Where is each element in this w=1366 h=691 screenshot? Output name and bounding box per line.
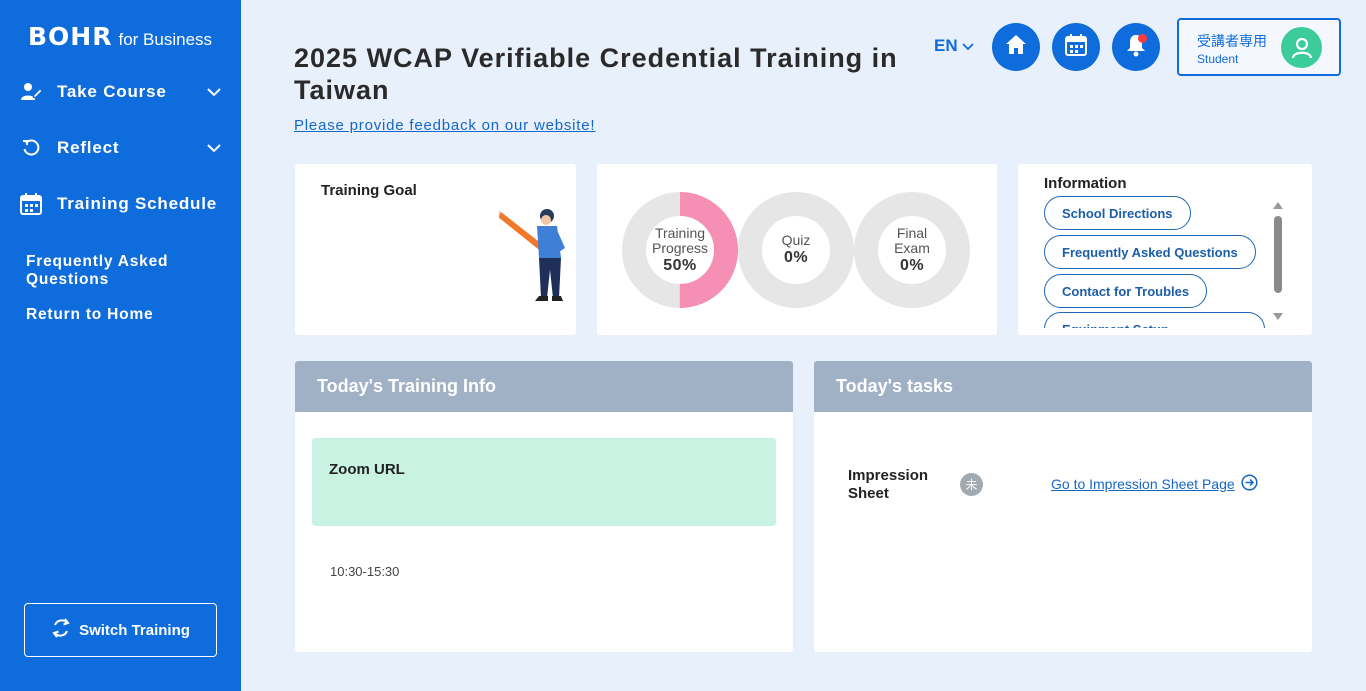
sidebar-item-training-schedule[interactable]: Training Schedule <box>18 189 223 219</box>
calendar-icon <box>1065 33 1087 61</box>
donut-label: Training Progress <box>651 224 709 256</box>
progress-card: Training Progress 50% Quiz 0% Final Exam… <box>597 164 997 335</box>
sidebar-item-faq[interactable]: Frequently Asked Questions <box>26 253 206 289</box>
impression-sheet-link[interactable]: Go to Impression Sheet Page <box>1051 474 1258 494</box>
scroll-up-arrow[interactable] <box>1273 202 1283 209</box>
scrollbar-thumb[interactable] <box>1274 216 1282 293</box>
information-list[interactable]: Information School Directions Frequently… <box>1018 164 1268 328</box>
user-icon <box>1291 37 1312 58</box>
avatar <box>1281 27 1322 68</box>
language-selector[interactable]: EN <box>934 36 974 56</box>
chevron-down-icon <box>961 36 974 56</box>
user-menu[interactable]: 受講者専用 Student <box>1177 18 1341 76</box>
task-status-badge: 未 <box>960 473 983 496</box>
training-time: 10:30-15:30 <box>330 564 400 579</box>
quiz-donut: Quiz 0% <box>738 192 854 308</box>
sidebar-item-label: Training Schedule <box>57 194 218 213</box>
information-card: Information School Directions Frequently… <box>1018 164 1312 335</box>
chevron-down-icon <box>205 83 223 101</box>
donut-value: 0% <box>783 249 809 266</box>
info-link-contact-troubles[interactable]: Contact for Troubles <box>1044 274 1208 308</box>
refresh-icon <box>51 617 71 643</box>
donut-label: Final Exam <box>894 224 930 256</box>
training-info-panel: Today's Training Info Zoom URL 10:30-15:… <box>295 361 793 652</box>
home-icon <box>1004 33 1028 62</box>
user-role: Student <box>1197 52 1239 66</box>
sidebar-item-return-home[interactable]: Return to Home <box>26 306 153 324</box>
information-title: Information <box>1044 175 1127 192</box>
switch-training-label: Switch Training <box>79 621 190 639</box>
donut-value: 0% <box>899 256 925 274</box>
task-link-label: Go to Impression Sheet Page <box>1051 476 1235 492</box>
panel-header: Today's tasks <box>814 361 1312 412</box>
final-exam-donut: Final Exam 0% <box>854 192 970 308</box>
logo-sub: for Business <box>118 30 213 49</box>
rotate-icon <box>18 136 44 160</box>
training-goal-card: Training Goal <box>295 164 576 335</box>
panel-title: Today's tasks <box>836 376 953 396</box>
info-link-equipment-setup[interactable]: Equipment Setup <box>1044 312 1265 328</box>
page-title: 2025 WCAP Verifiable Credential Training… <box>294 43 898 105</box>
panel-title: Today's Training Info <box>317 376 496 396</box>
chevron-down-icon <box>205 139 223 157</box>
feedback-link[interactable]: Please provide feedback on our website! <box>294 117 595 134</box>
home-button[interactable] <box>992 23 1040 71</box>
task-name: Impression Sheet <box>848 467 929 502</box>
sidebar-item-reflect[interactable]: Reflect <box>18 133 223 163</box>
training-goal-title: Training Goal <box>321 182 417 199</box>
scroll-down-arrow[interactable] <box>1273 313 1283 320</box>
notification-dot <box>1138 34 1147 43</box>
donut-value: 50% <box>663 256 697 274</box>
user-edit-icon <box>18 80 44 104</box>
training-progress-donut: Training Progress 50% <box>622 192 738 308</box>
sidebar-item-label: Reflect <box>57 138 120 157</box>
sidebar-item-label: Take Course <box>57 82 167 101</box>
switch-training-button[interactable]: Switch Training <box>24 603 217 657</box>
user-label: 受講者専用 <box>1197 34 1267 50</box>
donut-label: Quiz <box>781 232 811 248</box>
logo[interactable]: BOHR for Business <box>28 22 212 51</box>
info-link-faq[interactable]: Frequently Asked Questions <box>1044 235 1256 269</box>
zoom-url-label: Zoom URL <box>329 461 405 478</box>
calendar-icon <box>18 192 44 216</box>
sidebar-item-take-course[interactable]: Take Course <box>18 77 223 107</box>
tasks-panel: Today's tasks Impression Sheet 未 Go to I… <box>814 361 1312 652</box>
sidebar: BOHR for Business Take Course Reflect Tr… <box>0 0 241 691</box>
calendar-button[interactable] <box>1052 23 1100 71</box>
panel-header: Today's Training Info <box>295 361 793 412</box>
info-link-school-directions[interactable]: School Directions <box>1044 196 1191 230</box>
zoom-url-box[interactable]: Zoom URL <box>312 438 776 526</box>
language-label: EN <box>934 36 958 55</box>
notifications-button[interactable] <box>1112 23 1160 71</box>
logo-main: BOHR <box>28 22 113 51</box>
arrow-right-circle-icon <box>1241 474 1258 494</box>
person-pencil-illustration <box>499 209 565 301</box>
